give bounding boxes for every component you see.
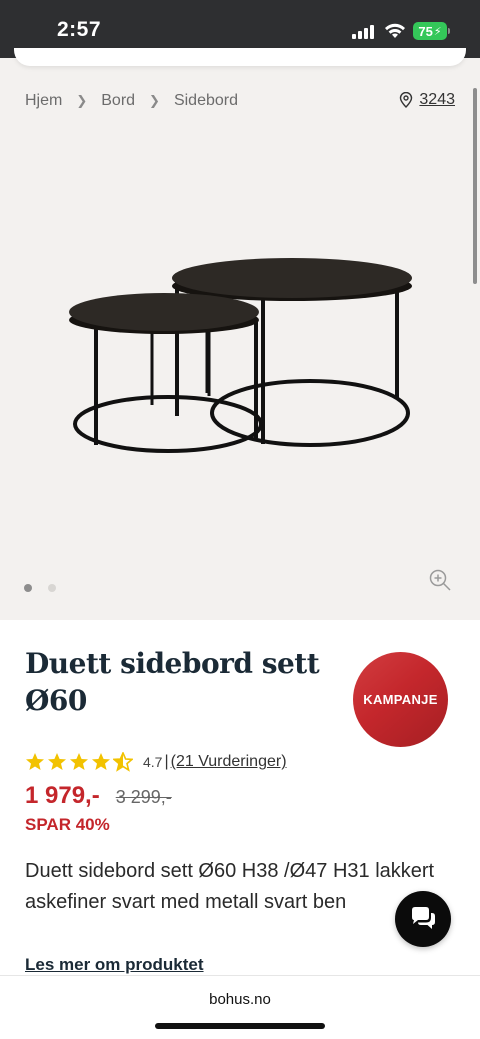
rating-separator: | bbox=[164, 753, 169, 770]
pagination-dot-1[interactable] bbox=[24, 584, 32, 592]
battery-cap bbox=[448, 28, 450, 34]
star-half-icon bbox=[113, 752, 133, 772]
gallery-pagination bbox=[24, 584, 56, 592]
star-full-icon bbox=[70, 753, 88, 770]
current-price: 1 979,- bbox=[25, 782, 100, 809]
product-title: Duett sidebord sett Ø60 bbox=[25, 645, 325, 719]
price-row: 1 979,- 3 299,- bbox=[25, 782, 172, 810]
read-more-link[interactable]: Les mer om produktet bbox=[25, 955, 204, 975]
product-title-line2: Ø60 bbox=[25, 684, 87, 717]
breadcrumb-bord[interactable]: Bord bbox=[101, 92, 135, 110]
savings-label: SPAR 40% bbox=[25, 815, 110, 834]
home-indicator[interactable] bbox=[155, 1023, 325, 1029]
star-rating bbox=[25, 752, 133, 772]
star-full-icon bbox=[26, 753, 44, 770]
wifi-icon bbox=[385, 23, 405, 38]
battery-level: 75 bbox=[418, 23, 433, 39]
status-time: 2:57 bbox=[57, 18, 102, 41]
cellular-signal-icon bbox=[352, 25, 376, 39]
header-edge bbox=[14, 48, 466, 66]
rating-value: 4.7 bbox=[143, 754, 163, 770]
chat-button[interactable] bbox=[395, 891, 451, 947]
page-scrollbar[interactable] bbox=[473, 88, 477, 284]
breadcrumb-home[interactable]: Hjem bbox=[25, 92, 62, 110]
breadcrumb: Hjem ❯ Bord ❯ Sidebord bbox=[25, 92, 238, 110]
product-gallery[interactable]: Hjem ❯ Bord ❯ Sidebord 3243 bbox=[0, 48, 480, 620]
product-description: Duett sidebord sett Ø60 H38 /Ø47 H31 lak… bbox=[25, 860, 435, 913]
product-image[interactable] bbox=[60, 248, 420, 458]
star-full-icon bbox=[48, 753, 66, 770]
zoom-in-icon[interactable] bbox=[428, 568, 452, 592]
chevron-right-icon: ❯ bbox=[149, 93, 160, 108]
location-pin-icon bbox=[400, 92, 413, 108]
browser-bottom-bar: bohus.no bbox=[0, 975, 480, 1039]
star-full-icon bbox=[92, 753, 110, 770]
store-number[interactable]: 3243 bbox=[419, 91, 455, 109]
breadcrumb-sidebord[interactable]: Sidebord bbox=[174, 92, 238, 110]
product-title-line1: Duett sidebord sett bbox=[25, 647, 320, 680]
chevron-right-icon: ❯ bbox=[76, 93, 88, 108]
battery-icon: 75 ⚡ bbox=[413, 22, 447, 40]
rating-row: 4.7 | (21 Vurderinger) bbox=[25, 752, 287, 772]
campaign-badge: KAMPANJE bbox=[353, 652, 448, 747]
store-selector[interactable]: 3243 bbox=[399, 91, 455, 109]
original-price: 3 299,- bbox=[115, 787, 172, 807]
chat-bubbles-icon bbox=[412, 907, 435, 929]
pagination-dot-2[interactable] bbox=[48, 584, 56, 592]
url-bar[interactable]: bohus.no bbox=[0, 991, 480, 1008]
reviews-link[interactable]: (21 Vurderinger) bbox=[171, 753, 287, 771]
